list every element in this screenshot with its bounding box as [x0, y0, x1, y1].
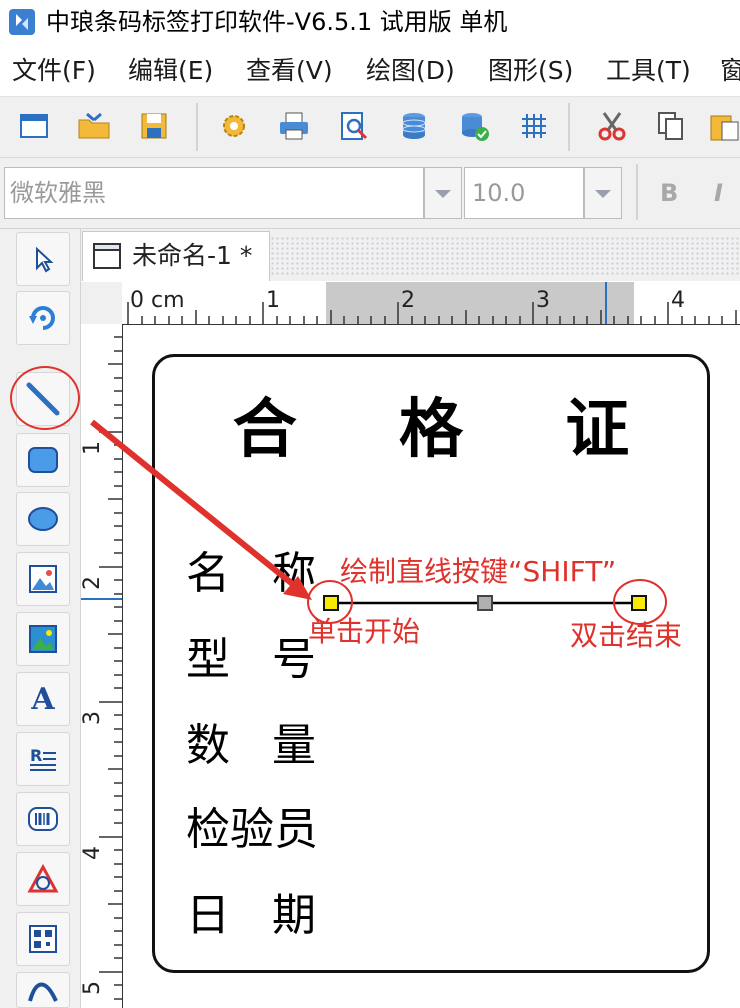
ruler-label-3: 3	[536, 288, 550, 313]
italic-button[interactable]: I	[714, 176, 723, 210]
line-mid-handle[interactable]	[477, 595, 493, 611]
menu-file[interactable]: 文件(F)	[12, 54, 96, 88]
chevron-down-icon	[435, 190, 451, 198]
font-size-dropdown-button[interactable]	[584, 167, 622, 219]
curve-tool-icon[interactable]	[16, 972, 70, 1008]
click-start-hint: 单击开始	[308, 615, 421, 648]
window-title: 中琅条码标签打印软件-V6.5.1 试用版 单机	[46, 8, 508, 36]
label-field-date[interactable]: 日 期	[186, 886, 316, 946]
menu-draw[interactable]: 绘图(D)	[366, 54, 455, 88]
open-folder-icon[interactable]	[76, 108, 112, 144]
ruler-corner	[81, 282, 122, 324]
menu-edit[interactable]: 编辑(E)	[128, 54, 213, 88]
toolbar-separator	[568, 103, 570, 151]
paste-icon[interactable]	[706, 108, 740, 144]
cut-icon[interactable]	[594, 108, 630, 144]
picture-tool-icon[interactable]	[16, 612, 70, 666]
barcode-tool-icon[interactable]	[16, 792, 70, 846]
grid-icon[interactable]	[516, 108, 552, 144]
bold-button[interactable]: B	[660, 176, 678, 210]
font-family-value: 微软雅黑	[10, 179, 106, 207]
ruler-label-1: 1	[266, 288, 280, 313]
database-icon[interactable]	[396, 108, 432, 144]
app-logo-icon	[8, 8, 36, 36]
select-arrow-icon[interactable]	[16, 232, 70, 286]
font-family-dropdown-button[interactable]	[424, 167, 462, 219]
rectangle-tool-icon[interactable]	[16, 433, 70, 487]
v-ruler-label-3: 3	[80, 711, 105, 725]
v-ruler-label-2: 2	[80, 576, 105, 590]
menu-window[interactable]: 窗	[720, 54, 740, 88]
copy-icon[interactable]	[652, 108, 688, 144]
rotate-icon[interactable]	[16, 291, 70, 345]
qrcode-tool-icon[interactable]	[16, 912, 70, 966]
tab-strip-background	[270, 236, 740, 276]
line-end-handle[interactable]	[631, 595, 647, 611]
label-title[interactable]: 合 格 证	[152, 380, 710, 480]
ruler-label-0: 0 cm	[130, 288, 185, 313]
label-field-model[interactable]: 型 号	[186, 630, 316, 690]
menu-view[interactable]: 查看(V)	[246, 54, 333, 88]
menu-shape[interactable]: 图形(S)	[488, 54, 573, 88]
document-icon	[92, 241, 122, 275]
double-click-end-hint: 双击结束	[570, 619, 683, 652]
ruler-label-2: 2	[401, 288, 415, 313]
svg-text:R: R	[30, 746, 42, 765]
ruler-label-4: 4	[671, 288, 685, 313]
shape-tool-icon[interactable]	[16, 852, 70, 906]
horizontal-ruler-ticks	[127, 302, 737, 324]
chevron-down-icon	[595, 190, 611, 198]
settings-gear-icon[interactable]	[216, 108, 252, 144]
line-tool-highlight-circle	[10, 366, 80, 430]
image-tool-icon[interactable]	[16, 552, 70, 606]
label-field-quantity[interactable]: 数 量	[186, 716, 316, 776]
font-size-value: 10.0	[472, 179, 526, 207]
menu-tools[interactable]: 工具(T)	[606, 54, 691, 88]
text-tool-icon[interactable]: A	[16, 672, 70, 726]
line-start-handle[interactable]	[323, 595, 339, 611]
v-ruler-label-1: 1	[80, 441, 105, 455]
rich-text-tool-icon[interactable]: R	[16, 732, 70, 786]
document-tab-label: 未命名-1 *	[132, 241, 253, 270]
v-ruler-label-5: 5	[80, 981, 105, 995]
new-file-icon[interactable]	[16, 108, 52, 144]
label-field-name[interactable]: 名 称	[186, 544, 316, 604]
print-preview-icon[interactable]	[336, 108, 372, 144]
print-icon[interactable]	[276, 108, 312, 144]
ellipse-tool-icon[interactable]	[16, 492, 70, 546]
database-connect-icon[interactable]	[456, 108, 492, 144]
save-icon[interactable]	[136, 108, 172, 144]
vertical-ruler-ticks	[99, 336, 122, 1000]
toolbar-separator	[196, 103, 198, 151]
label-field-inspector[interactable]: 检验员	[186, 800, 318, 860]
toolbar-separator	[636, 164, 638, 220]
draw-line-hint: 绘制直线按键“SHIFT”	[340, 555, 617, 588]
v-ruler-label-4: 4	[80, 846, 105, 860]
